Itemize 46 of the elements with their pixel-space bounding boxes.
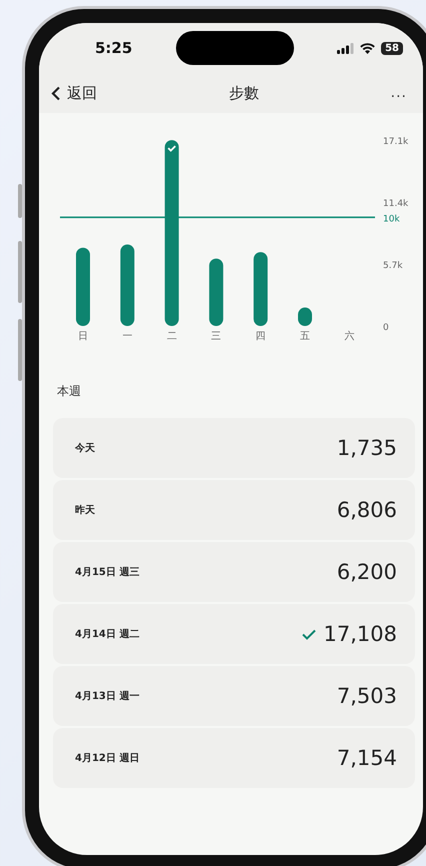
bar[interactable] (254, 252, 268, 326)
status-time: 5:25 (95, 39, 132, 57)
day-label: 4月14日 週二 (75, 628, 140, 641)
day-row[interactable]: 4月13日 週一 7,503 (53, 666, 415, 726)
step-count: 7,154 (336, 746, 397, 770)
day-row[interactable]: 昨天 6,806 (53, 480, 415, 540)
battery-icon: 58 (381, 42, 403, 54)
day-row[interactable]: 4月14日 週二 17,108 (53, 604, 415, 664)
step-count: 7,503 (336, 684, 397, 708)
axis-label: 四 (256, 331, 266, 342)
bar[interactable] (298, 308, 312, 326)
day-row[interactable]: 4月15日 週三 6,200 (53, 542, 415, 602)
day-label: 4月15日 週三 (75, 566, 140, 579)
axis-label: 0 (383, 323, 389, 333)
axis-label: 五 (300, 331, 310, 342)
chevron-left-icon (51, 86, 61, 100)
day-label: 4月12日 週日 (75, 752, 140, 765)
day-label: 今天 (75, 442, 95, 455)
bar[interactable] (120, 244, 134, 326)
section-title: 本週 (57, 383, 82, 400)
bar[interactable] (209, 258, 224, 326)
day-label: 昨天 (75, 504, 95, 517)
axis-label: 一 (122, 331, 132, 342)
axis-label: 17.1k (383, 137, 408, 148)
day-row[interactable]: 今天 1,735 (53, 418, 415, 478)
bar[interactable] (164, 140, 179, 326)
axis-label: 二 (166, 331, 177, 342)
axis-label: 5.7k (383, 261, 403, 272)
more-button[interactable]: ... (390, 85, 407, 101)
goal-label: 10k (383, 214, 400, 224)
check-icon (168, 145, 176, 152)
back-button[interactable]: 返回 (51, 84, 97, 102)
step-count: 6,200 (336, 560, 397, 584)
page-title: 步數 (228, 84, 259, 102)
bar[interactable] (76, 248, 90, 326)
day-row[interactable]: 4月12日 週日 7,154 (53, 728, 415, 788)
axis-label: 三 (211, 331, 222, 342)
axis-label: 日 (78, 331, 88, 342)
axis-label: 六 (344, 331, 354, 342)
wifi-icon (360, 42, 376, 54)
step-count: 6,806 (336, 498, 397, 522)
day-label: 4月13日 週一 (75, 690, 140, 703)
step-count: 17,108 (324, 622, 397, 646)
signal-icon (337, 42, 354, 54)
step-count: 1,735 (336, 436, 397, 460)
axis-label: 11.4k (383, 199, 408, 210)
